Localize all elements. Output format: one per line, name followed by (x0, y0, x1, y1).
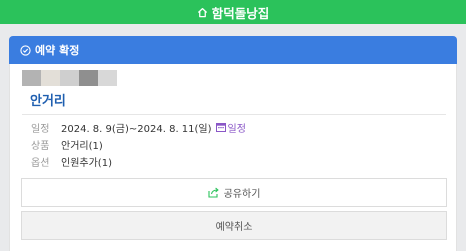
calendar-link-label: 일정 (227, 123, 246, 135)
share-label: 공유하기 (223, 189, 261, 200)
thumbnail (60, 70, 79, 86)
app-header: 함덕돌낭집 (0, 0, 466, 24)
reservation-card: 안거리 일정 2024. 8. 9(금)~2024. 8. 11(일) 일정 상… (9, 64, 457, 251)
thumbnail (98, 70, 117, 86)
option-row: 옵션 인원추가(1) (31, 153, 112, 169)
share-icon (208, 187, 220, 198)
date-row: 일정 2024. 8. 9(금)~2024. 8. 11(일) 일정 (31, 119, 246, 135)
thumbnail (79, 70, 98, 86)
calendar-link[interactable]: 일정 (215, 120, 246, 135)
share-button[interactable]: 공유하기 (21, 178, 447, 207)
product-thumbnail-strip (22, 70, 117, 86)
home-icon[interactable] (197, 7, 208, 18)
header-title[interactable]: 함덕돌낭집 (212, 3, 270, 22)
date-value: 2024. 8. 9(금)~2024. 8. 11(일) (61, 123, 212, 135)
calendar-icon (215, 123, 226, 132)
check-circle-icon (20, 44, 31, 56)
product-value: 안거리(1) (61, 140, 103, 152)
option-label: 옵션 (31, 157, 50, 169)
product-title[interactable]: 안거리 (30, 90, 66, 109)
reservation-status-banner: 예약 확정 (9, 36, 457, 64)
thumbnail (41, 70, 60, 86)
cancel-label: 예약취소 (215, 222, 253, 233)
divider (22, 114, 446, 115)
cancel-reservation-button[interactable]: 예약취소 (21, 211, 447, 240)
date-label: 일정 (31, 123, 50, 135)
option-value: 인원추가(1) (61, 157, 112, 169)
thumbnail (22, 70, 41, 86)
product-label: 상품 (31, 140, 50, 152)
product-row: 상품 안거리(1) (31, 136, 103, 152)
status-label: 예약 확정 (35, 44, 80, 57)
